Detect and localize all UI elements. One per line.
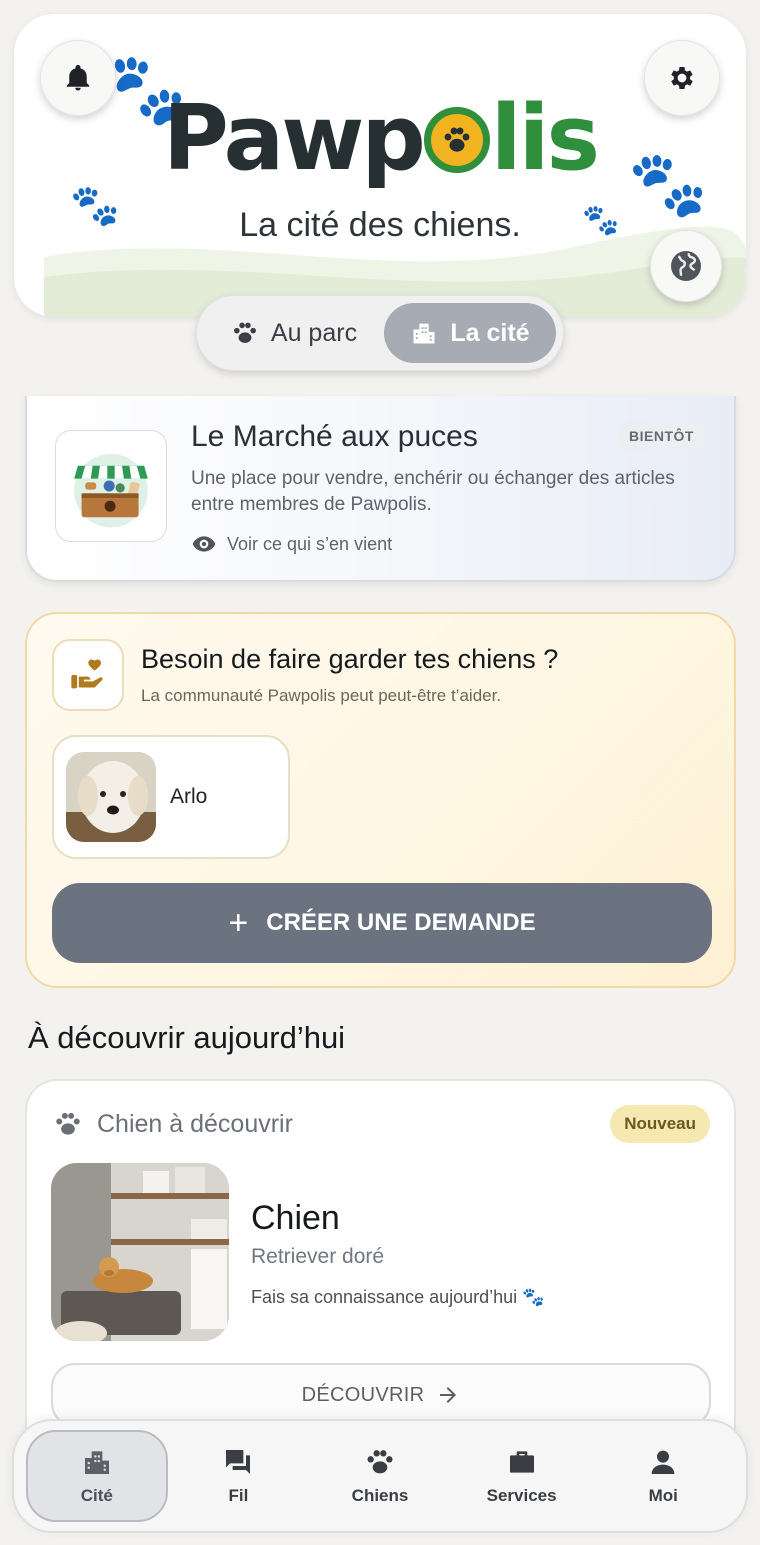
plus-icon: +	[228, 904, 249, 942]
gear-icon	[671, 67, 693, 89]
create-request-label: CRÉER UNE DEMANDE	[266, 909, 536, 936]
nav-label-services: Services	[486, 1486, 557, 1505]
mode-toggle: Au parc La cité	[196, 295, 564, 371]
app-logo: Pawp lis	[162, 86, 600, 191]
bottom-nav: Cité Fil Chiens Services Moi	[12, 1419, 748, 1533]
featured-dog-photo	[51, 1163, 229, 1341]
dog-sitting-card: Besoin de faire garder tes chiens ? La c…	[25, 612, 736, 988]
dog-chip[interactable]: Arlo	[52, 735, 290, 859]
discover-section-title: À découvrir aujourd’hui	[28, 1020, 346, 1055]
chat-icon	[226, 1450, 251, 1474]
market-card[interactable]: Le Marché aux puces BIENTÔT Une place po…	[25, 396, 736, 582]
nav-label-me: Moi	[648, 1486, 678, 1505]
person-icon	[651, 1450, 675, 1474]
featured-dog-tagline: Fais sa connaissance aujourd’hui 🐾	[251, 1287, 545, 1307]
discover-card-header: Chien à découvrir	[53, 1109, 293, 1139]
market-title: Le Marché aux puces	[191, 420, 478, 453]
market-stall-icon	[74, 453, 148, 528]
market-preview-link[interactable]: Voir ce qui s’en vient	[191, 531, 392, 557]
language-button[interactable]	[650, 230, 722, 302]
settings-button[interactable]	[644, 40, 720, 116]
nav-item-city[interactable]: Cité	[26, 1430, 168, 1522]
city-icon	[413, 323, 435, 344]
nav-item-services[interactable]: Services	[451, 1430, 593, 1522]
market-stall-illustration	[55, 430, 167, 542]
sitting-title: Besoin de faire garder tes chiens ?	[141, 644, 559, 674]
sitting-icon-box	[52, 639, 124, 711]
featured-dog-breed: Retriever doré	[251, 1245, 385, 1268]
nav-label-feed: Fil	[228, 1486, 249, 1505]
nav-item-dogs[interactable]: Chiens	[309, 1430, 451, 1522]
notifications-button[interactable]	[40, 40, 116, 116]
app-tagline: La cité des chiens.	[239, 206, 521, 244]
toggle-park-label: Au parc	[270, 318, 358, 347]
toggle-city-label: La cité	[450, 318, 530, 347]
nav-label-dogs: Chiens	[351, 1486, 409, 1505]
discover-button[interactable]: DÉCOUVRIR	[51, 1363, 711, 1427]
logo-paw-icon	[423, 107, 490, 173]
nav-item-me[interactable]: Moi	[592, 1430, 734, 1522]
create-request-button[interactable]: + CRÉER UNE DEMANDE	[52, 883, 712, 963]
toggle-park[interactable]: Au parc	[204, 303, 384, 363]
nav-label-city: Cité	[80, 1486, 113, 1505]
city-icon	[84, 1451, 109, 1474]
globe-icon	[671, 251, 701, 281]
paw-icon	[56, 1112, 80, 1135]
arrow-right-icon	[440, 1387, 457, 1403]
featured-dog-name: Chien	[251, 1199, 340, 1237]
paw-icon	[367, 1450, 393, 1474]
discover-card-header-label: Chien à découvrir	[97, 1109, 293, 1138]
dog-name: Arlo	[170, 785, 208, 808]
eye-icon	[192, 536, 216, 552]
market-link-label: Voir ce qui s’en vient	[227, 533, 393, 554]
toggle-city[interactable]: La cité	[384, 303, 556, 363]
paw-icon	[233, 322, 256, 343]
market-description: Une place pour vendre, enchérir ou échan…	[191, 468, 675, 515]
nav-item-feed[interactable]: Fil	[168, 1430, 310, 1522]
coming-soon-badge: BIENTÔT	[617, 420, 706, 452]
discover-button-label: DÉCOUVRIR	[301, 1383, 425, 1406]
briefcase-icon	[509, 1451, 534, 1473]
sitting-subtitle: La communauté Pawpolis peut peut-être t’…	[141, 686, 502, 705]
dog-avatar	[66, 752, 156, 842]
hand-heart-icon	[71, 659, 103, 689]
new-badge: Nouveau	[610, 1105, 710, 1143]
bell-icon	[66, 64, 90, 91]
header-card: 🐾 🐾 🐾 🐾 Pawp lis La cité des chiens.	[14, 14, 746, 317]
